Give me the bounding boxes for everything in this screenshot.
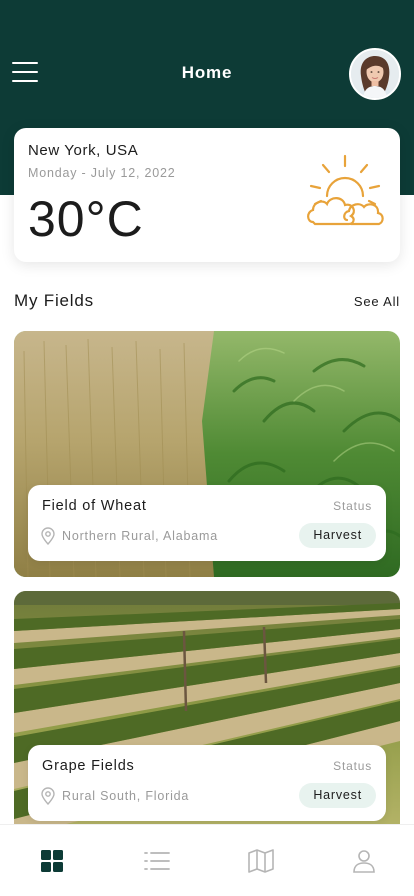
sun-cloud-icon	[307, 154, 384, 226]
status-label: Status	[333, 499, 372, 513]
field-card[interactable]: Field of Wheat Status Northern Rural, Al…	[14, 331, 400, 577]
user-avatar[interactable]	[349, 48, 401, 100]
field-location: Rural South, Florida	[62, 789, 190, 803]
field-name: Grape Fields	[42, 758, 135, 774]
field-card[interactable]: Grape Fields Status Rural South, Florida…	[14, 591, 400, 837]
see-all-link[interactable]: See All	[354, 294, 400, 309]
field-name: Field of Wheat	[42, 498, 147, 514]
location-pin-icon	[41, 527, 55, 545]
weather-card: New York, USA Monday - July 12, 2022 30°…	[14, 128, 400, 262]
weather-date: Monday - July 12, 2022	[28, 166, 176, 180]
field-location: Northern Rural, Alabama	[62, 529, 218, 543]
status-label: Status	[333, 759, 372, 773]
field-info-panel: Grape Fields Status Rural South, Florida…	[28, 745, 386, 821]
list-icon[interactable]	[143, 847, 171, 875]
dashboard-grid-icon[interactable]	[38, 847, 66, 875]
map-icon[interactable]	[247, 847, 275, 875]
bottom-nav	[0, 824, 414, 896]
status-badge: Harvest	[299, 783, 376, 808]
weather-city: New York, USA	[28, 142, 139, 159]
section-title: My Fields	[14, 291, 94, 310]
location-pin-icon	[41, 787, 55, 805]
weather-temperature: 30°C	[28, 191, 144, 247]
profile-icon[interactable]	[350, 847, 378, 875]
field-info-panel: Field of Wheat Status Northern Rural, Al…	[28, 485, 386, 561]
status-badge: Harvest	[299, 523, 376, 548]
